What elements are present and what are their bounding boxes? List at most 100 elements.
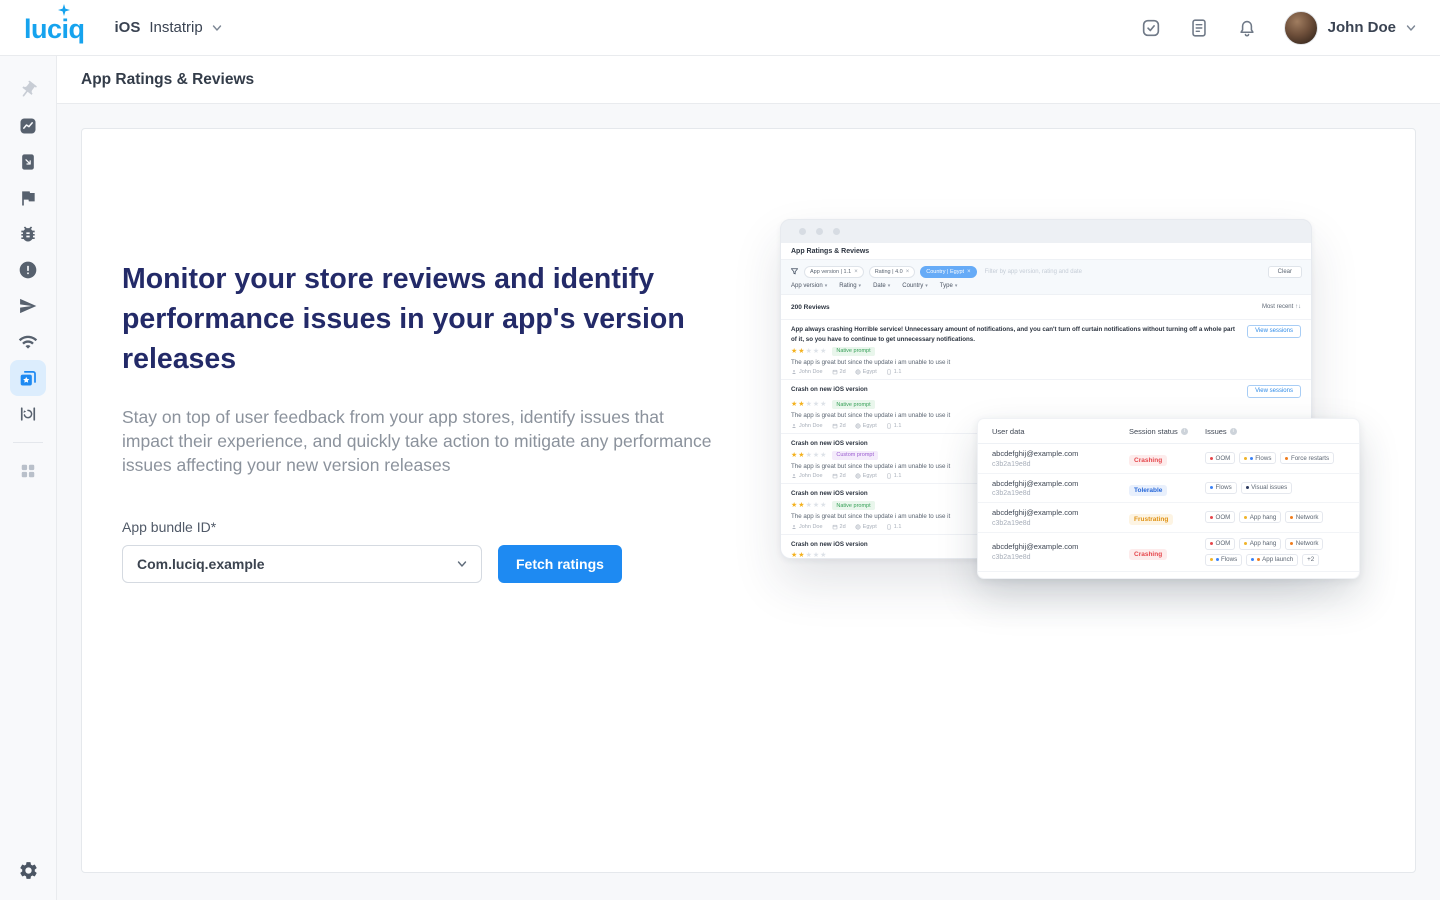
session-status-cell: Frustrating <box>1129 508 1205 526</box>
view-sessions-button: View sessions <box>1247 385 1301 398</box>
star-rating: ★★★★★ <box>791 452 827 459</box>
browser-chrome <box>781 220 1311 243</box>
issue-dot-icon <box>1210 542 1213 545</box>
filter-dropdown-type: Type▾ <box>940 283 958 289</box>
chevron-down-icon <box>212 23 222 33</box>
issue-dot-icon <box>1210 558 1213 561</box>
content-area: App Ratings & Reviews Monitor your store… <box>57 56 1440 900</box>
issue-chip: App launch <box>1246 554 1298 566</box>
issue-dot-icon <box>1210 486 1213 489</box>
bundle-id-select[interactable]: Com.luciq.example <box>122 545 482 583</box>
bug-icon <box>18 224 38 244</box>
send-icon <box>18 296 38 316</box>
app-name-label: Instatrip <box>149 19 202 36</box>
filter-dropdown-country: Country▾ <box>902 283 928 289</box>
person-icon <box>791 524 797 530</box>
top-navigation: luciq iOS Instatrip John Doe <box>0 0 1440 56</box>
meta-country: Egypt <box>855 369 877 375</box>
close-icon: × <box>854 269 858 275</box>
phone-icon <box>886 369 892 375</box>
changelog-button[interactable] <box>1188 17 1210 39</box>
filter-chip: Rating | 4.0× <box>869 266 916 278</box>
sidebar-item-settings[interactable] <box>10 852 46 888</box>
analytics-icon <box>18 116 38 136</box>
chevron-down-icon: ▾ <box>825 283 828 289</box>
session-status-cell: Crashing <box>1129 543 1205 561</box>
meta-user: John Doe <box>791 524 823 530</box>
view-sessions-button: View sessions <box>1247 325 1301 338</box>
filter-dropdowns: App version▾Rating▾Date▾Country▾Type▾ <box>790 279 1302 291</box>
issue-dot-icon <box>1251 558 1254 561</box>
issues-cell: FlowsVisual issues <box>1205 482 1345 494</box>
window-dot-icon <box>833 228 840 235</box>
meta-user: John Doe <box>791 423 823 429</box>
sidebar-item-push-messages[interactable] <box>10 288 46 324</box>
user-name: John Doe <box>1328 19 1396 36</box>
meta-country: Egypt <box>855 473 877 479</box>
table-row: abcdefghij@example.comc3b2a19e8dCrashing… <box>978 444 1359 474</box>
status-badge: Crashing <box>1129 455 1167 466</box>
meta-user: John Doe <box>791 473 823 479</box>
window-dot-icon <box>816 228 823 235</box>
table-body: abcdefghij@example.comc3b2a19e8dCrashing… <box>978 444 1359 579</box>
filter-dropdown-rating: Rating▾ <box>839 283 861 289</box>
sort-control: Most recent ↑↓ <box>1262 304 1301 310</box>
sidebar-item-feature-flags[interactable] <box>10 180 46 216</box>
app-switcher[interactable]: iOS Instatrip <box>115 19 222 36</box>
meta-version: 1.1 <box>886 369 902 375</box>
issue-dot-icon <box>1290 516 1293 519</box>
globe-icon <box>855 524 861 530</box>
globe-icon <box>855 473 861 479</box>
sidebar-item-more-apps[interactable] <box>10 453 46 489</box>
calendar-icon <box>832 423 838 429</box>
session-status-cell: Crashing <box>1129 449 1205 467</box>
chevron-down-icon: ▾ <box>888 283 891 289</box>
sidebar-divider <box>13 442 43 443</box>
user-menu[interactable]: John Doe <box>1284 11 1416 45</box>
notifications-button[interactable] <box>1236 17 1258 39</box>
sidebar-item-pinned[interactable] <box>10 72 46 108</box>
app-root: luciq iOS Instatrip John Doe <box>0 0 1440 900</box>
tasks-icon <box>1140 17 1162 39</box>
sidebar-item-crash-reports[interactable] <box>10 252 46 288</box>
notifications-icon <box>1236 17 1258 39</box>
crash-icon <box>18 260 38 280</box>
person-icon <box>791 369 797 375</box>
table-row: abcdefghij@example.comc3b2a19e8dFrustrat… <box>978 503 1359 533</box>
session-status-cell: Satisfying <box>1129 577 1205 580</box>
phone-icon <box>886 423 892 429</box>
issue-chip: +2 <box>1302 554 1319 566</box>
page-title: App Ratings & Reviews <box>81 71 254 89</box>
issue-dot-icon <box>1244 457 1247 460</box>
info-icon: i <box>1181 428 1188 435</box>
luciq-logo[interactable]: luciq <box>24 12 85 43</box>
sidebar-item-feedback[interactable] <box>10 144 46 180</box>
flag-icon <box>18 188 38 208</box>
phone-icon <box>886 473 892 479</box>
reviews-list-header: 200 Reviews Most recent ↑↓ <box>781 295 1311 320</box>
chevron-down-icon <box>457 559 467 569</box>
bundle-id-value: Com.luciq.example <box>137 556 265 572</box>
prompt-badge: Native prompt <box>832 400 874 409</box>
sidebar-item-app-ratings[interactable] <box>10 360 46 396</box>
sidebar-item-session-replay[interactable] <box>10 396 46 432</box>
sort-arrows-icon: ↑↓ <box>1295 304 1301 310</box>
meta-version: 1.1 <box>886 423 902 429</box>
calendar-icon <box>832 473 838 479</box>
filter-dropdown-app-version: App version▾ <box>791 283 827 289</box>
sidebar-item-analytics[interactable] <box>10 108 46 144</box>
table-row: abcdefghij@example.comc3b2a19e8dTolerabl… <box>978 474 1359 504</box>
fetch-ratings-button[interactable]: Fetch ratings <box>498 545 622 583</box>
tasks-button[interactable] <box>1140 17 1162 39</box>
meta-age: 2d <box>832 524 846 530</box>
sidebar-item-app-performance[interactable] <box>10 324 46 360</box>
page-header: App Ratings & Reviews <box>57 56 1440 104</box>
calendar-icon <box>832 524 838 530</box>
column-header: Session statusi <box>1129 427 1205 436</box>
content-card: Monitor your store reviews and identify … <box>81 128 1416 873</box>
issue-chip: Flows <box>1205 554 1242 566</box>
issue-dot-icon <box>1290 542 1293 545</box>
sidebar-item-bug-reports[interactable] <box>10 216 46 252</box>
column-header: User data <box>992 427 1129 436</box>
pin-icon <box>18 80 38 100</box>
